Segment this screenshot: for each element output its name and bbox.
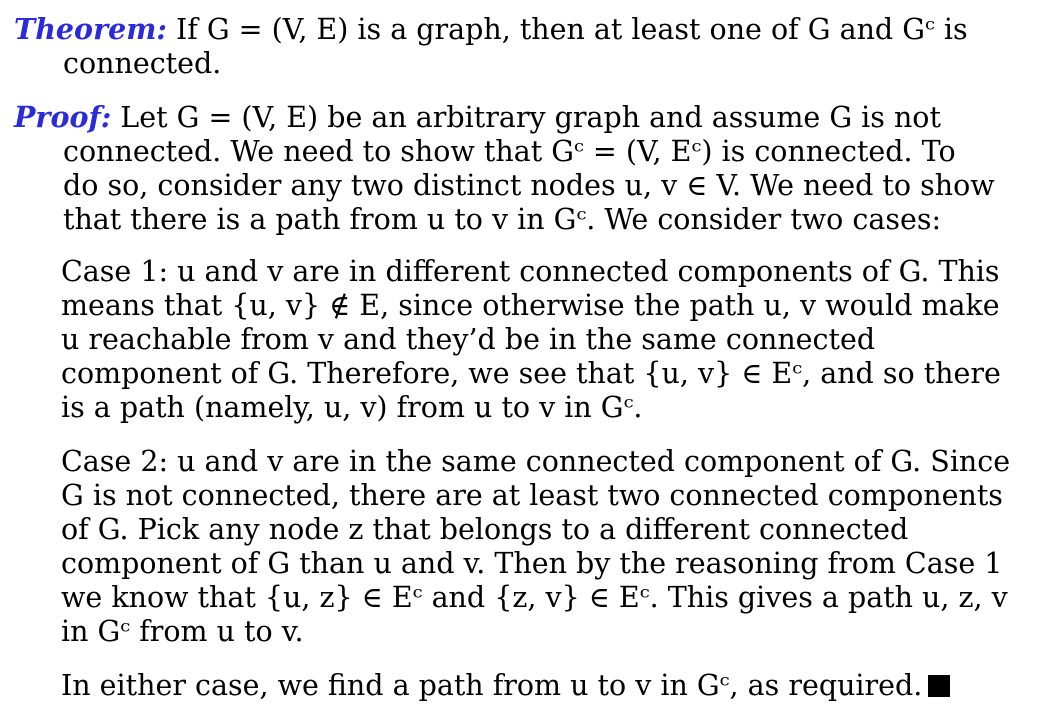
theorem-text: If G = (V, E) is a graph, then at least … — [63, 13, 968, 80]
conclusion-text: In either case, we find a path from u to… — [61, 669, 923, 702]
conclusion-paragraph: In either case, we find a path from u to… — [61, 669, 1038, 703]
case-2-paragraph: Case 2: u and v are in the same connecte… — [61, 445, 1011, 648]
proof-label: Proof: — [14, 100, 112, 134]
proof-document: Theorem: If G = (V, E) is a graph, then … — [14, 12, 1038, 723]
proof-intro: Proof: Let G = (V, E) be an arbitrary gr… — [14, 100, 1038, 237]
qed-square-icon — [928, 675, 951, 697]
theorem-statement: Theorem: If G = (V, E) is a graph, then … — [14, 12, 1038, 81]
proof-text: Let G = (V, E) be an arbitrary graph and… — [63, 101, 995, 236]
theorem-label: Theorem: — [14, 12, 167, 46]
case-1-paragraph: Case 1: u and v are in different connect… — [61, 255, 1001, 424]
